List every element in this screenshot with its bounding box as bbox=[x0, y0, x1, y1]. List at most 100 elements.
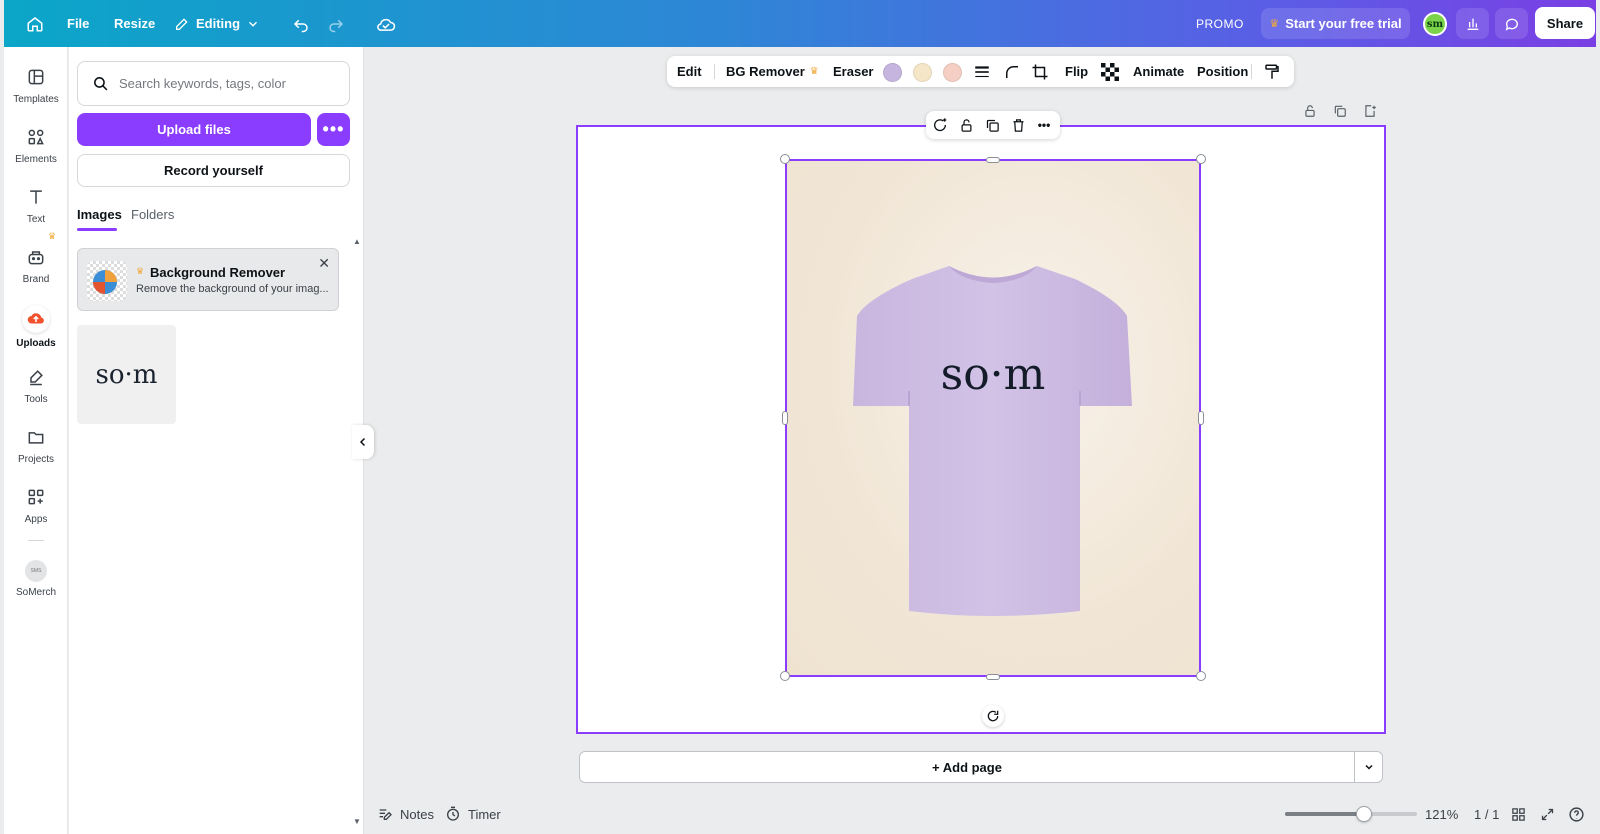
position-button[interactable]: Position bbox=[1197, 56, 1248, 87]
rail-item-somerch[interactable]: SMS SoMerch bbox=[4, 560, 68, 616]
search-input[interactable] bbox=[119, 76, 329, 91]
scroll-down-arrow[interactable]: ▼ bbox=[353, 817, 361, 826]
avatar[interactable]: sm bbox=[1423, 12, 1447, 36]
help-button[interactable] bbox=[1568, 805, 1585, 823]
rail-label: Uploads bbox=[16, 338, 56, 349]
rail-item-elements[interactable]: Elements bbox=[4, 125, 68, 181]
color-swatch-peach[interactable] bbox=[943, 63, 962, 82]
resize-handle-bottom-left[interactable] bbox=[780, 671, 790, 681]
zoom-level[interactable]: 121% bbox=[1425, 805, 1458, 823]
duplicate-icon bbox=[985, 118, 1000, 133]
rail-item-tools[interactable]: Tools bbox=[4, 365, 68, 421]
resize-handle-bottom-right[interactable] bbox=[1196, 671, 1206, 681]
color-swatch-lavender[interactable] bbox=[883, 63, 902, 82]
zoom-slider-knob[interactable] bbox=[1356, 806, 1373, 822]
color-swatch-cream[interactable] bbox=[913, 63, 932, 82]
rail-item-projects[interactable]: Projects bbox=[4, 425, 68, 481]
zoom-slider[interactable] bbox=[1285, 806, 1417, 822]
edit-button[interactable]: Edit bbox=[677, 56, 702, 87]
scroll-up-arrow[interactable]: ▲ bbox=[353, 237, 361, 246]
crown-icon: ♛ bbox=[48, 231, 57, 241]
active-tab-indicator bbox=[77, 228, 117, 231]
add-page-button[interactable]: + Add page bbox=[579, 751, 1355, 783]
collapse-panel-button[interactable] bbox=[352, 425, 374, 459]
promo-title: Background Remover bbox=[150, 265, 286, 280]
brand-icon bbox=[24, 245, 48, 269]
projects-icon bbox=[24, 425, 48, 449]
lock-icon bbox=[959, 118, 974, 133]
home-button[interactable] bbox=[26, 0, 44, 47]
grid-view-button[interactable] bbox=[1511, 805, 1526, 823]
resize-handle-top-left[interactable] bbox=[780, 154, 790, 164]
chevron-down-icon bbox=[1363, 761, 1375, 773]
insights-button[interactable] bbox=[1456, 8, 1489, 39]
record-yourself-button[interactable]: Record yourself bbox=[77, 154, 350, 187]
top-bar: File Resize Editing PROMO ♛ Start your f… bbox=[4, 0, 1596, 47]
lock-page-button[interactable] bbox=[1302, 103, 1318, 119]
more-element-options-button[interactable]: ••• bbox=[1034, 115, 1054, 135]
editing-mode-menu[interactable]: Editing bbox=[174, 0, 260, 47]
design-text: so·m bbox=[941, 349, 1046, 400]
share-button[interactable]: Share bbox=[1535, 7, 1595, 39]
free-trial-label: Start your free trial bbox=[1285, 16, 1402, 31]
resize-handle-bottom[interactable] bbox=[986, 674, 1000, 680]
toolbar-divider bbox=[1251, 64, 1252, 79]
transparency-button[interactable] bbox=[1101, 56, 1119, 87]
copy-style-button[interactable] bbox=[1263, 56, 1281, 87]
resize-handle-top-right[interactable] bbox=[1196, 154, 1206, 164]
add-page-icon bbox=[1363, 104, 1377, 118]
page-counter[interactable]: 1 / 1 bbox=[1474, 805, 1499, 823]
fullscreen-button[interactable] bbox=[1540, 805, 1555, 823]
undo-button[interactable] bbox=[292, 0, 310, 47]
eraser-button[interactable]: Eraser bbox=[833, 56, 873, 87]
animate-button[interactable]: Animate bbox=[1133, 56, 1184, 87]
add-page-icon-button[interactable] bbox=[1362, 103, 1378, 119]
rail-item-text[interactable]: Text bbox=[4, 185, 68, 241]
search-box[interactable] bbox=[77, 61, 350, 106]
cloud-save-button[interactable] bbox=[376, 0, 396, 47]
grid-icon bbox=[1511, 807, 1526, 822]
redo-icon bbox=[327, 15, 345, 33]
duplicate-page-button[interactable] bbox=[1332, 103, 1348, 119]
crown-icon: ♛ bbox=[809, 66, 819, 77]
resize-handle-left[interactable] bbox=[782, 411, 788, 425]
redo-button[interactable] bbox=[327, 0, 345, 47]
duplicate-element-button[interactable] bbox=[982, 115, 1002, 135]
tab-folders[interactable]: Folders bbox=[131, 207, 174, 222]
tools-icon bbox=[24, 365, 48, 389]
promo-link[interactable]: PROMO bbox=[1196, 0, 1244, 47]
rail-item-brand[interactable]: Brand bbox=[4, 245, 68, 301]
free-trial-button[interactable]: ♛ Start your free trial bbox=[1261, 8, 1410, 39]
notes-button[interactable]: Notes bbox=[377, 805, 434, 823]
corner-radius-icon bbox=[1003, 63, 1021, 81]
bg-remover-button[interactable]: BG Remover ♛ bbox=[726, 56, 819, 87]
selected-image[interactable]: so·m bbox=[785, 159, 1201, 677]
crop-button[interactable] bbox=[1031, 56, 1049, 87]
resize-menu[interactable]: Resize bbox=[114, 0, 155, 47]
comments-button[interactable] bbox=[1495, 8, 1528, 39]
resize-handle-right[interactable] bbox=[1198, 411, 1204, 425]
upload-files-button[interactable]: Upload files bbox=[77, 113, 311, 146]
crop-icon bbox=[1031, 63, 1049, 81]
border-style-button[interactable] bbox=[973, 56, 991, 87]
rail-item-apps[interactable]: Apps bbox=[4, 485, 68, 541]
undo-icon bbox=[292, 15, 310, 33]
timer-button[interactable]: Timer bbox=[445, 805, 501, 823]
rail-item-templates[interactable]: Templates bbox=[4, 65, 68, 121]
background-remover-card[interactable]: ♛ Background Remover Remove the backgrou… bbox=[77, 248, 339, 311]
rotate-handle[interactable] bbox=[982, 705, 1004, 727]
resize-handle-top[interactable] bbox=[986, 157, 1000, 163]
corner-rounding-button[interactable] bbox=[1003, 56, 1021, 87]
ai-edit-button[interactable] bbox=[930, 115, 950, 135]
add-page-dropdown[interactable] bbox=[1354, 751, 1383, 783]
more-options-button[interactable]: ••• bbox=[317, 113, 350, 146]
flip-button[interactable]: Flip bbox=[1065, 56, 1088, 87]
file-menu[interactable]: File bbox=[67, 0, 89, 47]
delete-element-button[interactable] bbox=[1008, 115, 1028, 135]
uploaded-image-thumbnail[interactable]: so·m bbox=[77, 325, 176, 424]
rail-item-uploads[interactable]: Uploads bbox=[4, 305, 68, 361]
tab-images[interactable]: Images bbox=[77, 207, 122, 222]
lock-element-button[interactable] bbox=[956, 115, 976, 135]
rail-label: Templates bbox=[13, 94, 59, 105]
close-icon[interactable]: ✕ bbox=[318, 255, 330, 272]
